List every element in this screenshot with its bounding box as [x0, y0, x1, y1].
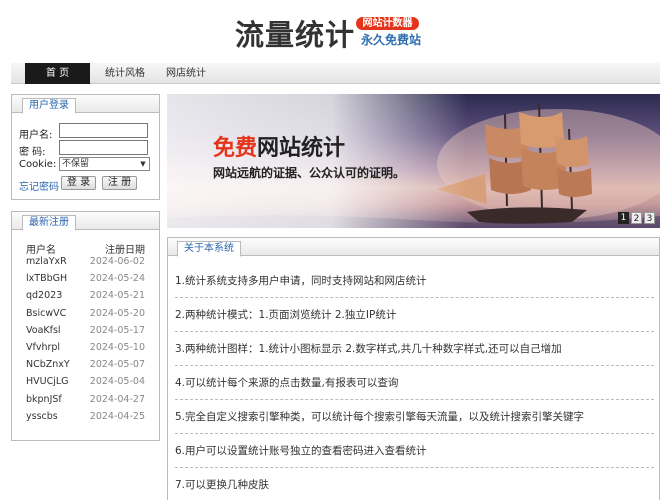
registration-date: 2024-06-02 [89, 256, 145, 267]
banner-title-rest: 网站统计 [257, 136, 346, 161]
registration-row[interactable]: BsicwVC 2024-05-20 [12, 308, 159, 325]
login-button[interactable]: 登 录 [61, 176, 96, 190]
login-panel: 用户登录 用户名: 密 码: Cookie: 不保留 ▼ 忘记密码 登 录 注 … [11, 94, 160, 200]
registration-username[interactable]: BsicwVC [26, 308, 66, 319]
registration-username[interactable]: VoaKfsl [26, 325, 61, 336]
banner-page-2[interactable]: 2 [631, 212, 642, 224]
feature-item: 6.用户可以设置统计账号独立的查看密码进入查看统计 [175, 434, 654, 468]
registration-row[interactable]: ysscbs 2024-04-25 [12, 411, 159, 428]
site-header: 流量统计 网站计数器 永久免费站 [0, 0, 671, 60]
logo-slogan: 永久免费站 [361, 33, 422, 47]
site-logo[interactable]: 流量统计 [235, 12, 355, 54]
registration-username[interactable]: ysscbs [26, 411, 58, 422]
registration-username[interactable]: qd2023 [26, 290, 62, 301]
col-header-date: 注册日期 [105, 245, 145, 256]
cookie-select[interactable]: 不保留 ▼ [59, 157, 150, 171]
registration-row[interactable]: mzlaYxR 2024-06-02 [12, 256, 159, 273]
password-input[interactable] [59, 140, 148, 155]
banner-page-3[interactable]: 3 [644, 212, 655, 224]
feature-item: 4.可以统计每个来源的点击数量,有报表可以查询 [175, 366, 654, 400]
hero-banner: 免费网站统计 网站远航的证据、公众认可的证明。 [167, 94, 660, 228]
username-label: 用户名: [19, 130, 53, 141]
registration-row[interactable]: bkpnJSf 2024-04-27 [12, 394, 159, 411]
registration-date: 2024-05-10 [89, 342, 145, 353]
feature-item: 3.两种统计图样：1.统计小图标显示 2.数字样式,共几十种数字样式,还可以自己… [175, 332, 654, 366]
login-panel-title: 用户登录 [22, 98, 76, 114]
registration-date: 2024-05-21 [89, 290, 145, 302]
registration-row[interactable]: qd2023 2024-05-21 [12, 290, 159, 307]
registration-date: 2024-05-20 [89, 307, 145, 319]
col-header-username: 用户名 [26, 245, 56, 256]
registration-date: 2024-04-27 [89, 393, 145, 405]
login-panel-header: 用户登录 [12, 95, 159, 114]
about-panel-title: 关于本系统 [177, 241, 241, 257]
registration-row[interactable]: lxTBbGH 2024-05-24 [12, 273, 159, 290]
registration-date: 2024-05-04 [89, 376, 145, 388]
forgot-password-link[interactable]: 忘记密码 [19, 178, 59, 193]
feature-item: 5.完全自定义搜索引擎种类，可以统计每个搜索引擎每天流量，以及统计搜索引擎关键字 [175, 400, 654, 434]
about-panel: 关于本系统 1.统计系统支持多用户申请，同时支持网站和网店统计 2.两种统计模式：… [167, 237, 660, 500]
registration-date: 2024-05-17 [89, 324, 145, 336]
registration-row[interactable]: VoaKfsl 2024-05-17 [12, 325, 159, 342]
banner-title-highlight: 免费 [213, 136, 258, 161]
registration-username[interactable]: NCbZnxY [26, 359, 70, 370]
cookie-select-value: 不保留 [62, 159, 90, 169]
main-nav: 首 页 统计风格 网店统计 [11, 63, 660, 84]
registration-row[interactable]: HVUCjLG 2024-05-04 [12, 376, 159, 393]
banner-subtitle: 网站远航的证据、公众认可的证明。 [213, 166, 406, 180]
password-label: 密 码: [19, 147, 46, 158]
registration-date: 2024-05-24 [89, 273, 145, 285]
registration-date: 2024-05-07 [89, 359, 145, 371]
recent-registrations-panel: 最新注册 用户名 注册日期 mzlaYxR 2024-06-02 lxTBbGH 20… [11, 211, 160, 441]
nav-styles[interactable]: 统计风格 [95, 63, 155, 84]
feature-item: 1.统计系统支持多用户申请，同时支持网站和网店统计 [175, 264, 654, 298]
feature-item: 2.两种统计模式：1.页面浏览统计 2.独立IP统计 [175, 298, 654, 332]
recent-panel-title: 最新注册 [22, 215, 76, 231]
registration-username[interactable]: bkpnJSf [26, 394, 62, 405]
banner-title: 免费网站统计 [213, 130, 345, 162]
registration-username[interactable]: Vfvhrpl [26, 342, 60, 353]
registration-row[interactable]: Vfvhrpl 2024-05-10 [12, 342, 159, 359]
username-input[interactable] [59, 123, 148, 138]
recent-panel-header: 最新注册 [12, 212, 159, 231]
registration-username[interactable]: HVUCjLG [26, 376, 69, 387]
cookie-label: Cookie: [19, 159, 57, 170]
registration-username[interactable]: lxTBbGH [26, 273, 67, 284]
register-button[interactable]: 注 册 [102, 176, 137, 190]
logo-badge: 网站计数器 [356, 17, 419, 30]
banner-page-1[interactable]: 1 [618, 212, 629, 224]
chevron-down-icon: ▼ [140, 160, 146, 168]
registration-date: 2024-04-25 [89, 410, 145, 422]
registration-row[interactable]: NCbZnxY 2024-05-07 [12, 359, 159, 376]
feature-item: 7.可以更换几种皮肤 [175, 468, 654, 500]
nav-shop-stats[interactable]: 网店统计 [161, 63, 211, 84]
nav-home[interactable]: 首 页 [25, 63, 90, 84]
about-panel-header: 关于本系统 [168, 238, 659, 257]
registration-username[interactable]: mzlaYxR [26, 256, 67, 267]
